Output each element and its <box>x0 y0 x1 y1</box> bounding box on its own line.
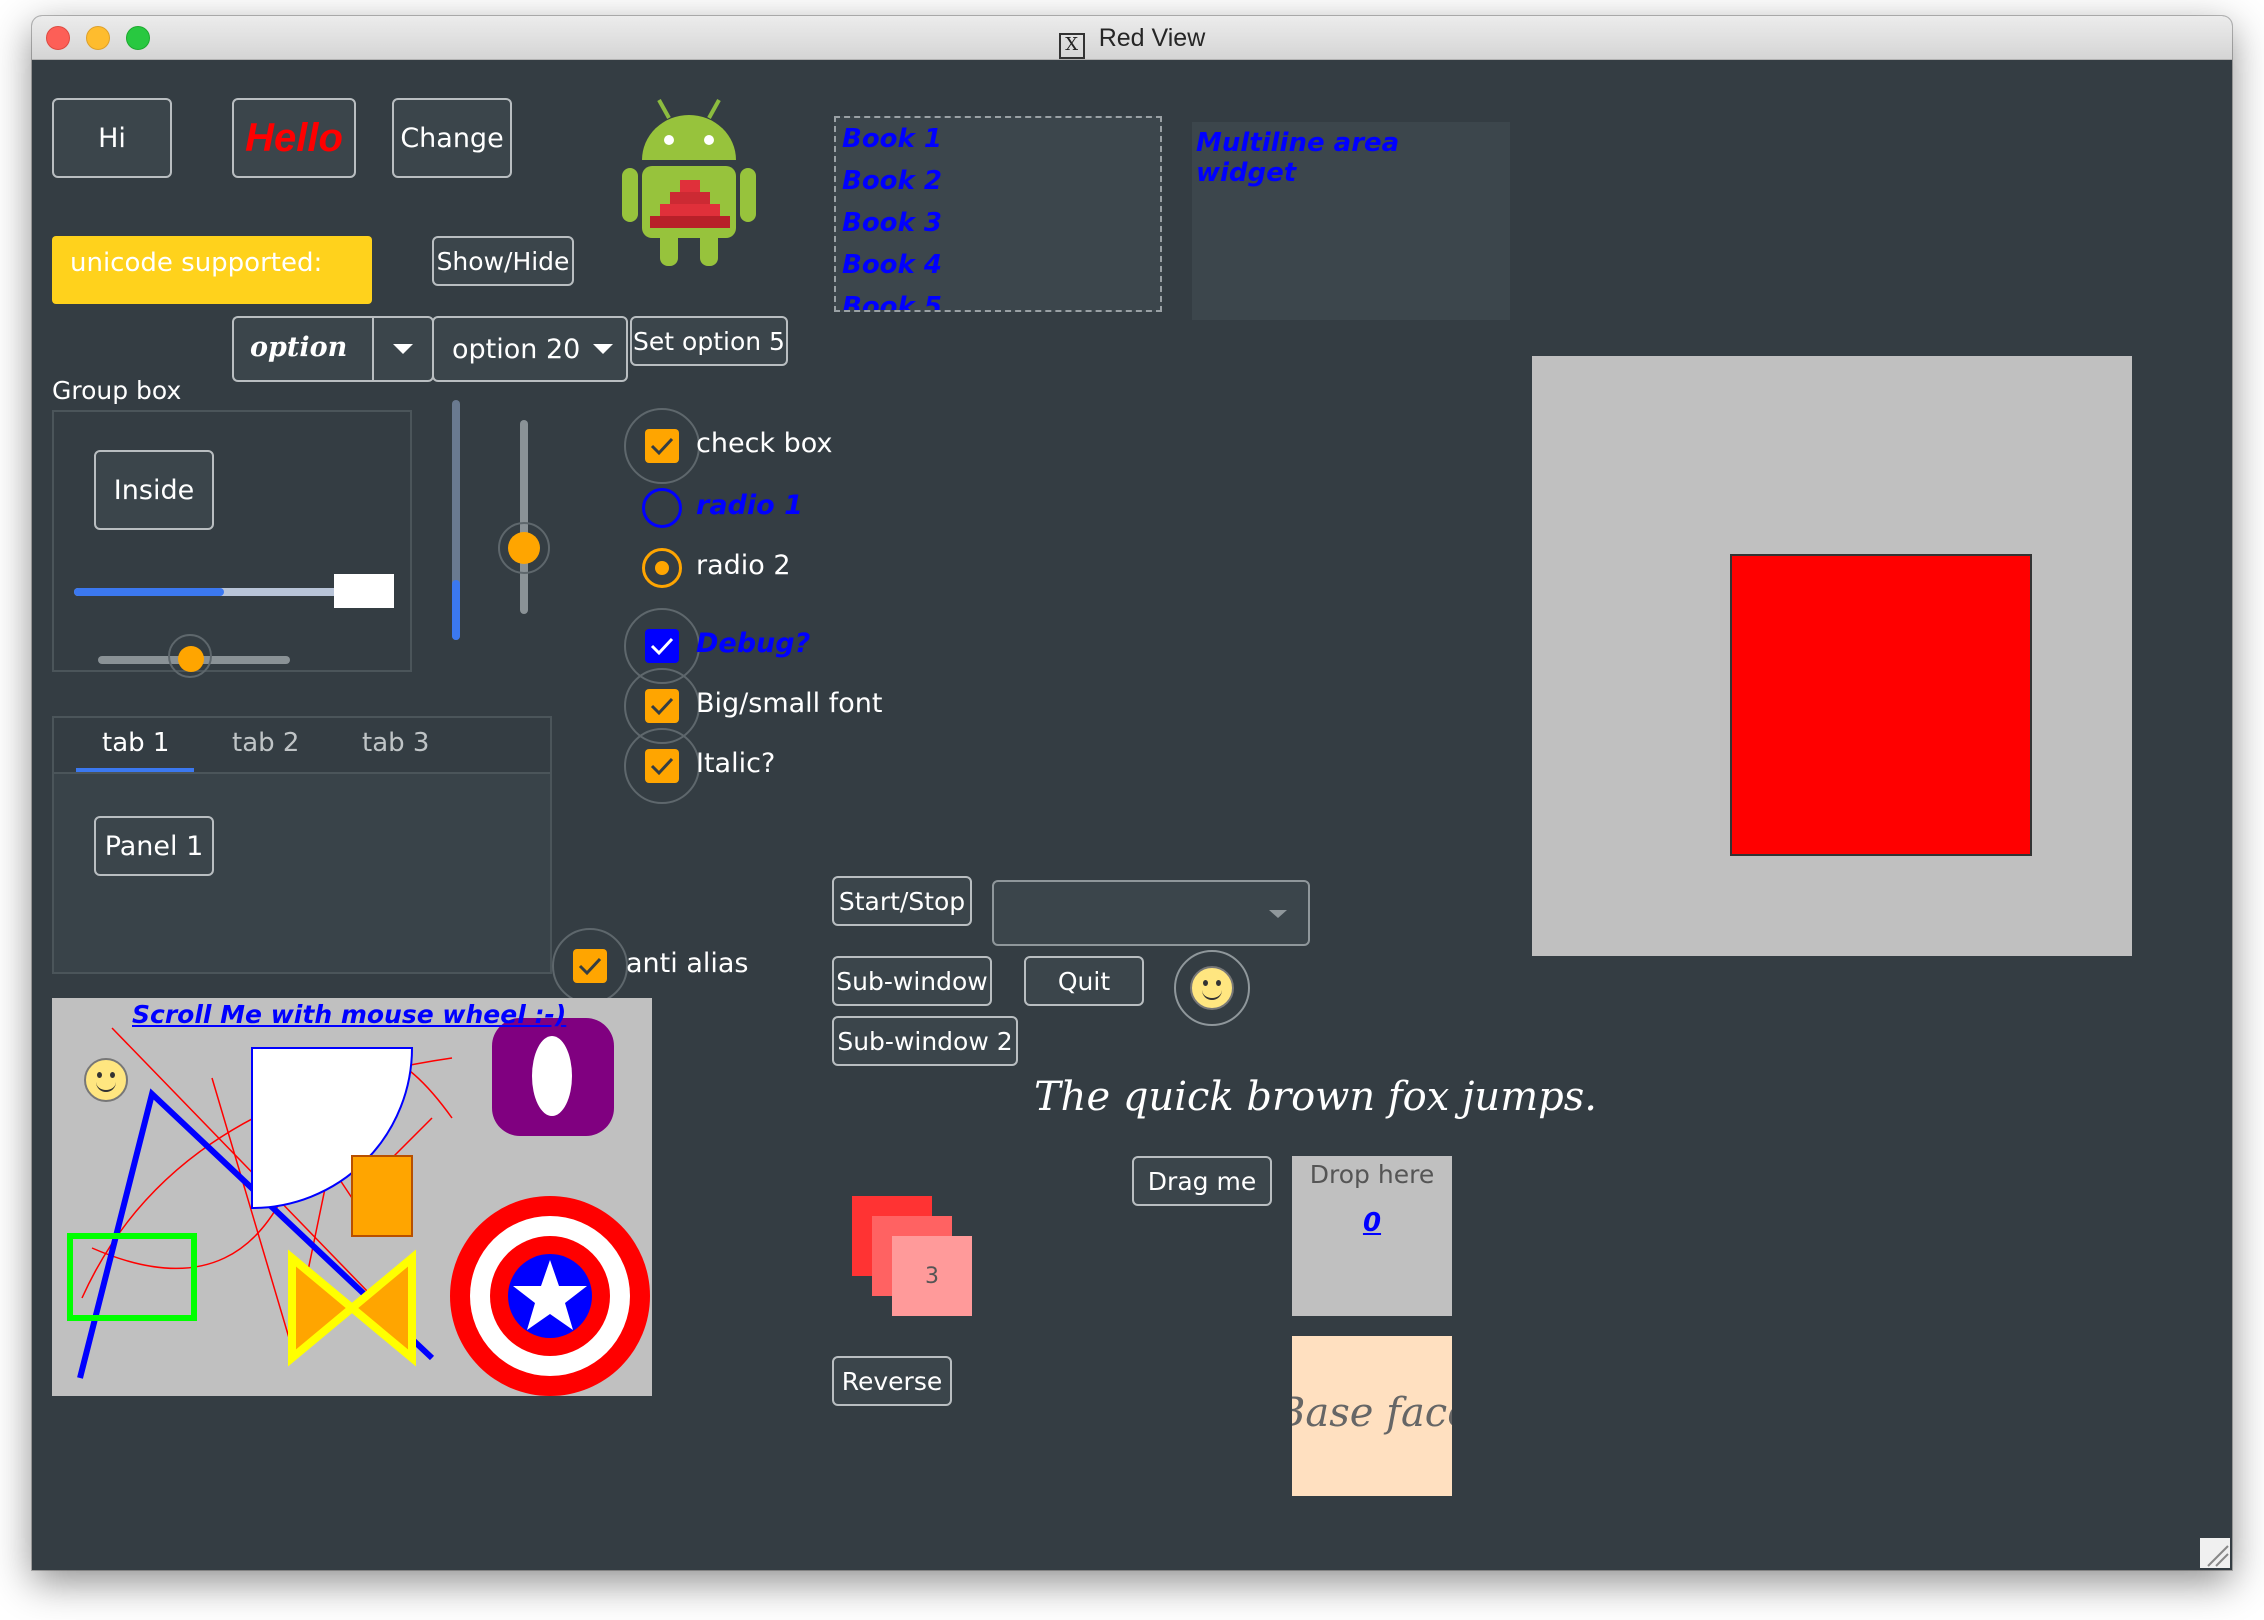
multiline-area[interactable]: Multiline area widget <box>1192 122 1510 320</box>
slider-2-knob[interactable] <box>178 646 204 672</box>
group-box-label: Group box <box>52 376 182 405</box>
list-item[interactable]: Book 2 <box>836 160 1160 202</box>
smiley-icon <box>84 1058 128 1102</box>
radio-1-label: radio 1 <box>696 490 803 521</box>
horizontal-slider-1[interactable] <box>74 574 394 608</box>
sub-window-button[interactable]: Sub-window <box>832 956 992 1006</box>
big-small-label: Big/small font <box>696 688 883 719</box>
vertical-slider-1-fill <box>452 580 460 640</box>
tab-2[interactable]: tab 2 <box>232 728 299 758</box>
big-small-check-box[interactable] <box>645 689 679 723</box>
sub-window-2-button[interactable]: Sub-window 2 <box>832 1016 1018 1066</box>
slider-1-knob[interactable] <box>334 574 394 608</box>
dropdown-value: option 20 <box>452 333 581 365</box>
tab-1-indicator <box>76 768 194 772</box>
check-box-label: check box <box>696 428 833 459</box>
set-option-button[interactable]: Set option 5 <box>630 316 788 366</box>
smiley-icon <box>1190 966 1234 1010</box>
change-button[interactable]: Change <box>392 98 512 178</box>
tab-bar: tab 1 tab 2 tab 3 <box>54 718 550 774</box>
canvas-drawing <box>67 1018 650 1396</box>
tab-panel: tab 1 tab 2 tab 3 Panel 1 <box>52 716 552 974</box>
check-box[interactable] <box>645 429 679 463</box>
resize-grip-icon[interactable] <box>2200 1538 2230 1568</box>
tab-1[interactable]: tab 1 <box>102 728 169 758</box>
red-square <box>1730 554 2032 856</box>
book-list[interactable]: Book 1 Book 2 Book 3 Book 4 Book 5 <box>834 116 1162 312</box>
panel-1-button[interactable]: Panel 1 <box>94 816 214 876</box>
list-item[interactable]: Book 4 <box>836 244 1160 286</box>
anti-alias-check-box[interactable] <box>573 949 607 983</box>
vertical-slider-1[interactable] <box>452 400 460 640</box>
x11-icon: X <box>1058 33 1085 59</box>
smiley-button[interactable] <box>1174 950 1250 1026</box>
slider-1-fill <box>74 588 224 596</box>
unicode-text-field[interactable]: unicode supported: <box>52 236 372 304</box>
italic-check-box[interactable] <box>645 749 679 783</box>
combo-arrow-button[interactable] <box>372 316 434 382</box>
reverse-button[interactable]: Reverse <box>832 1356 952 1406</box>
drag-me-button[interactable]: Drag me <box>1132 1156 1272 1206</box>
hello-button[interactable]: Hello <box>232 98 356 178</box>
gray-view <box>1532 356 2132 956</box>
chevron-down-icon <box>393 344 413 354</box>
radio-2-label: radio 2 <box>696 550 791 581</box>
radio-2-dot <box>655 561 669 575</box>
hi-button[interactable]: Hi <box>52 98 172 178</box>
multiline-text: Multiline area widget <box>1196 128 1400 188</box>
drop-count: 0 <box>1362 1208 1382 1238</box>
debug-label: Debug? <box>696 628 811 659</box>
drop-label: Drop here <box>1309 1160 1435 1189</box>
content-area: Hi Hello Change Book 1 Book 2 Book 3 Boo… <box>32 60 2232 1570</box>
smiley-mouth <box>1202 986 1222 1000</box>
sample-text: The quick brown fox jumps. <box>1034 1074 1597 1120</box>
radio-2[interactable] <box>642 548 682 588</box>
list-item[interactable]: Book 5 <box>836 286 1160 310</box>
option-combo-field[interactable]: option <box>232 316 372 382</box>
window-title: Red View <box>1098 24 1206 52</box>
scroll-me-link[interactable]: Scroll Me with mouse wheel :-) <box>132 1000 566 1029</box>
option-dropdown[interactable]: option 20 <box>432 316 628 382</box>
stack-square-3: 3 <box>892 1236 972 1316</box>
quit-button[interactable]: Quit <box>1024 956 1144 1006</box>
radio-1[interactable] <box>642 488 682 528</box>
list-item[interactable]: Book 3 <box>836 202 1160 244</box>
anti-alias-label: anti alias <box>626 948 749 979</box>
debug-check-box[interactable] <box>645 629 679 663</box>
italic-label: Italic? <box>696 748 776 779</box>
window-title-wrap: X Red View <box>32 24 2232 59</box>
vertical-slider-2-knob[interactable] <box>508 532 540 564</box>
chevron-down-icon <box>593 344 614 354</box>
show-hide-button[interactable]: Show/Hide <box>432 236 574 286</box>
inside-button[interactable]: Inside <box>94 450 214 530</box>
drawing-canvas[interactable]: Scroll Me with mouse wheel :-) <box>52 998 652 1396</box>
drop-area[interactable]: Drop here 0 <box>1292 1156 1452 1316</box>
list-item[interactable]: Book 1 <box>836 118 1160 160</box>
main-window: X Red View Hi Hello Change Book 1 Book 2… <box>32 16 2232 1570</box>
vertical-slider-2[interactable] <box>498 420 550 614</box>
empty-dropdown[interactable] <box>992 880 1310 946</box>
tab-3[interactable]: tab 3 <box>362 728 429 758</box>
base-face-text: Base face <box>1292 1390 1452 1436</box>
combo-value: option <box>250 332 348 363</box>
chevron-down-icon <box>1269 910 1287 918</box>
group-box: Inside <box>52 410 412 678</box>
base-face-box: Base face <box>1292 1336 1452 1496</box>
horizontal-slider-2[interactable] <box>98 634 290 678</box>
android-logo-icon <box>622 99 756 266</box>
start-stop-button[interactable]: Start/Stop <box>832 876 972 926</box>
smiley-mouth <box>96 1078 116 1092</box>
title-bar: X Red View <box>32 16 2232 60</box>
